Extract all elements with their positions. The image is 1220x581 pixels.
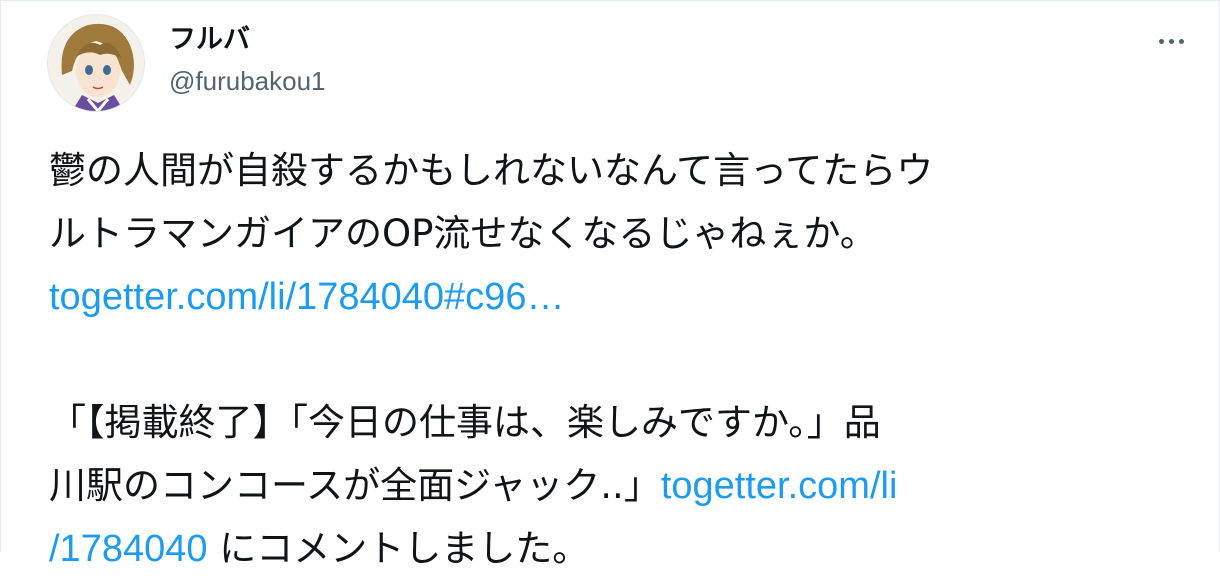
tweet-text-line: /1784040 にコメントしました。 xyxy=(49,517,1179,580)
tweet-text-line: 鬱の人間が自殺するかもしれないなんて言ってたらウ xyxy=(49,149,934,192)
more-options-icon[interactable] xyxy=(1151,21,1191,61)
tweet-card: フルバ @furubakou1 鬱の人間が自殺するかもしれないなんて言ってたらウ… xyxy=(0,0,1220,570)
tweet-text-fragment: 川駅のコンコースが全面ジャック..」 xyxy=(49,464,661,507)
tweet-link-line: togetter.com/li/1784040#c96… xyxy=(49,265,1179,328)
display-name[interactable]: フルバ xyxy=(169,23,250,57)
tweet-link[interactable]: /1784040 xyxy=(49,528,208,570)
tweet-link[interactable]: togetter.com/li/1784040#c96… xyxy=(49,276,564,318)
more-dot xyxy=(1178,38,1184,44)
avatar[interactable] xyxy=(47,14,145,112)
user-handle[interactable]: @furubakou1 xyxy=(169,65,326,97)
tweet-link[interactable]: togetter.com/li xyxy=(661,465,898,507)
tweet-text-fragment: にコメントしました。 xyxy=(207,527,590,570)
tweet-text-line: 川駅のコンコースが全面ジャック..」togetter.com/li xyxy=(49,454,1179,517)
avatar-illustration-icon xyxy=(48,15,144,111)
tweet-text-line: ルトラマンガイアのOP流せなくなるじゃねぇか。 xyxy=(49,212,877,255)
tweet-text-line: 「【掲載終了】「今日の仕事は、楽しみですか。」品 xyxy=(49,401,881,444)
tweet-text: 鬱の人間が自殺するかもしれないなんて言ってたらウ ルトラマンガイアのOP流せなく… xyxy=(49,139,1179,580)
more-dot xyxy=(1168,38,1174,44)
more-dot xyxy=(1158,38,1164,44)
